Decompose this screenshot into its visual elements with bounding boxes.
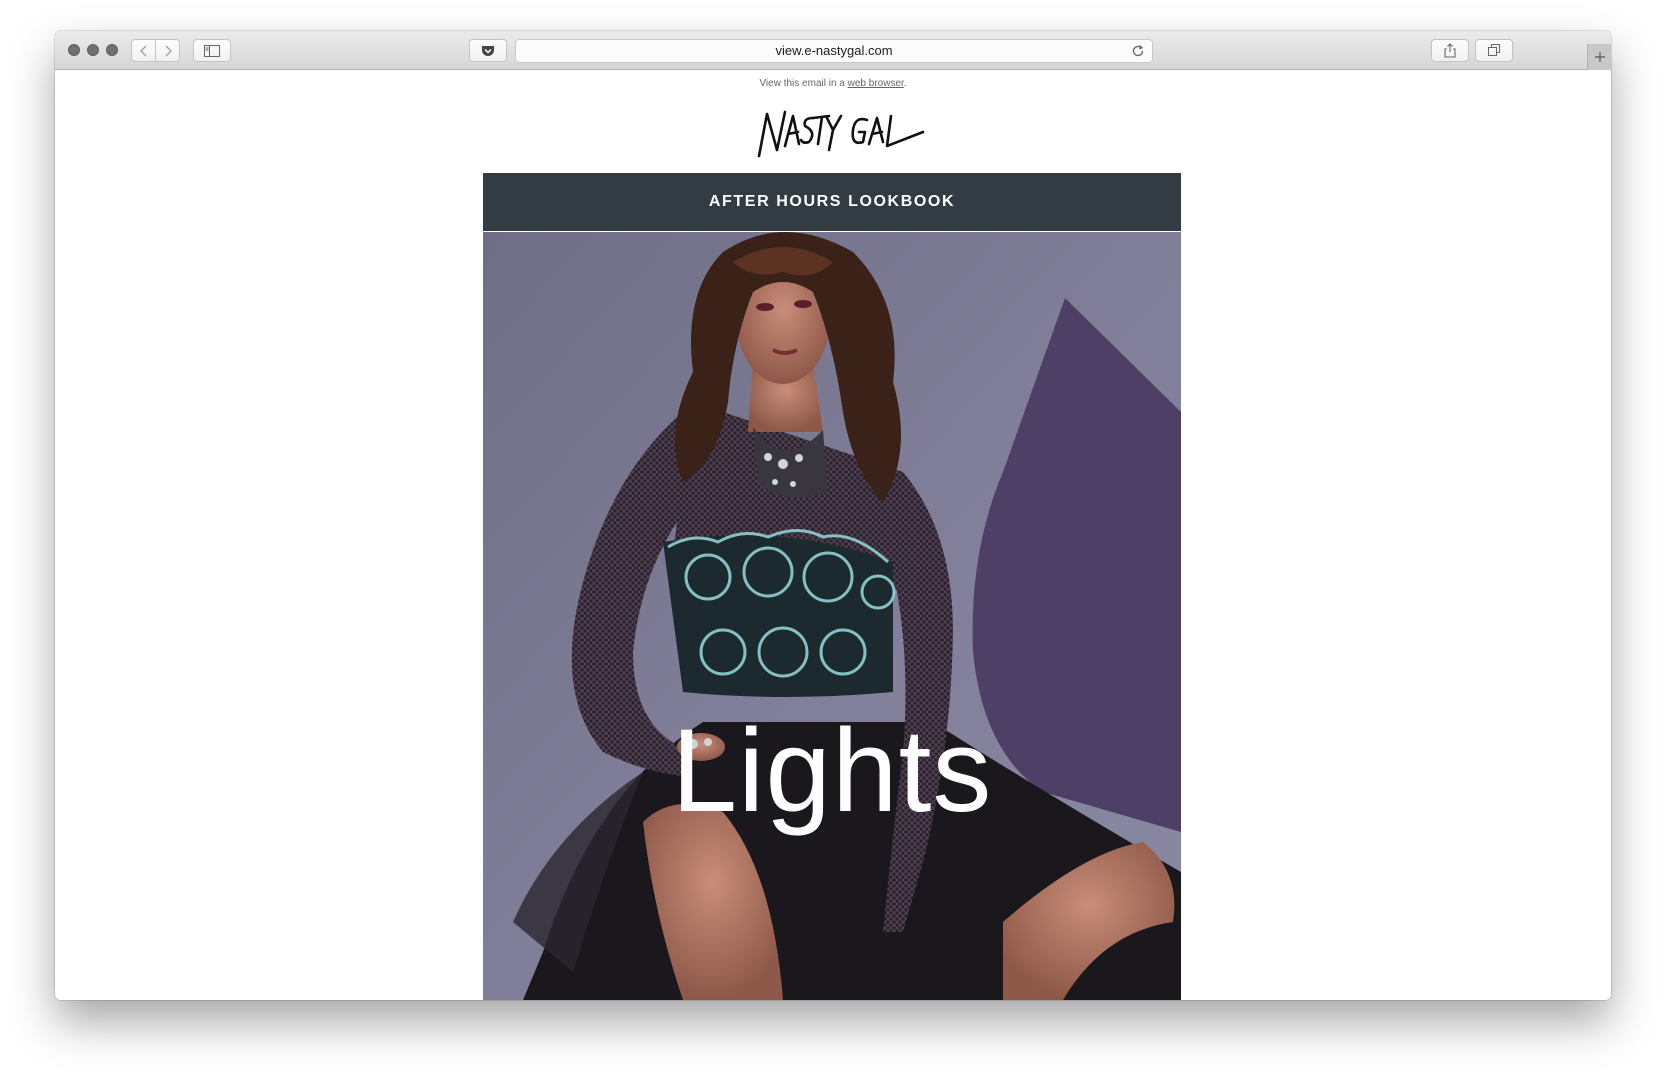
close-window-button[interactable] [68, 44, 80, 56]
pocket-button[interactable] [469, 39, 507, 62]
back-button[interactable] [131, 39, 156, 62]
plus-icon [1594, 52, 1605, 62]
address-bar[interactable]: view.e-nastygal.com [515, 39, 1153, 63]
view-in-browser-line: View this email in a web browser. [55, 78, 1611, 89]
brand-logo[interactable] [755, 106, 925, 168]
tabs-icon [1487, 44, 1500, 56]
zoom-window-button[interactable] [106, 44, 118, 56]
sidebar-button[interactable] [193, 39, 231, 62]
url-text: view.e-nastygal.com [775, 43, 893, 58]
show-tabs-button[interactable] [1475, 39, 1513, 62]
new-tab-button[interactable] [1587, 44, 1611, 70]
browser-toolbar: view.e-nastygal.com [55, 31, 1611, 70]
forward-icon [165, 45, 172, 56]
share-button[interactable] [1431, 39, 1469, 62]
reload-icon[interactable] [1130, 43, 1146, 59]
banner-title: AFTER HOURS LOOKBOOK [708, 193, 956, 210]
browser-window: view.e-nastygal.com View this email in a… [55, 31, 1611, 1000]
hero-image[interactable]: Lights [483, 232, 1181, 1000]
preheader-text: View this email in a [759, 78, 845, 89]
hero-headline: Lights [671, 705, 993, 837]
back-icon [139, 45, 146, 56]
forward-button[interactable] [155, 39, 180, 62]
model-photo [483, 232, 1181, 1000]
sidebar-icon [204, 44, 220, 57]
email-content: View this email in a web browser. AFTER … [55, 70, 1611, 1000]
preheader-suffix: . [903, 78, 907, 89]
pocket-icon [482, 45, 494, 56]
lookbook-banner[interactable]: AFTER HOURS LOOKBOOK [483, 173, 1181, 231]
minimize-window-button[interactable] [87, 44, 99, 56]
web-browser-link[interactable]: web browser [848, 78, 904, 89]
share-icon [1444, 43, 1456, 58]
